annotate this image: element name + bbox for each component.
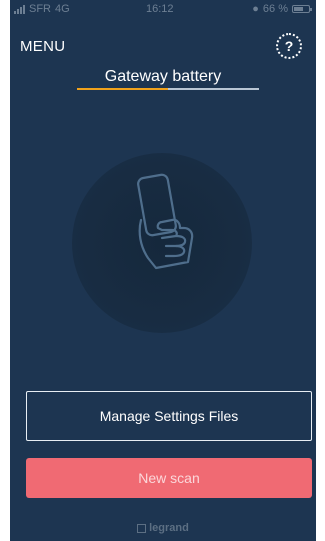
status-right: ● 66 % (252, 3, 312, 15)
battery-percent: 66 % (262, 3, 288, 15)
battery-fill (294, 7, 303, 11)
battery-icon (292, 5, 312, 13)
status-time: 16:12 (146, 3, 174, 15)
carrier-label: SFR (29, 3, 51, 15)
new-scan-label: New scan (138, 470, 200, 486)
signal-icon (14, 4, 25, 14)
manage-settings-files-button[interactable]: Manage Settings Files (26, 391, 312, 441)
help-icon: ? (284, 38, 294, 54)
status-bar: SFR 4G 16:12 ● 66 % (10, 0, 316, 20)
app-screen: SFR 4G 16:12 ● 66 % MENU ? Gateway batte… (10, 0, 316, 541)
alarm-icon: ● (252, 3, 259, 15)
status-left: SFR 4G (14, 3, 70, 15)
new-scan-button[interactable]: New scan (26, 458, 312, 498)
title-underline-progress (77, 88, 168, 90)
brand-name: legrand (149, 522, 189, 534)
brand-footer: legrand (10, 522, 316, 534)
legrand-logo-icon (137, 523, 147, 533)
phone-in-hand-icon (137, 173, 194, 270)
manage-settings-files-label: Manage Settings Files (99, 408, 239, 424)
page-title: Gateway battery (104, 68, 222, 85)
help-button[interactable]: ? (276, 33, 302, 59)
menu-button[interactable]: MENU (20, 38, 65, 55)
title-underline (77, 88, 259, 90)
network-label: 4G (55, 3, 70, 15)
